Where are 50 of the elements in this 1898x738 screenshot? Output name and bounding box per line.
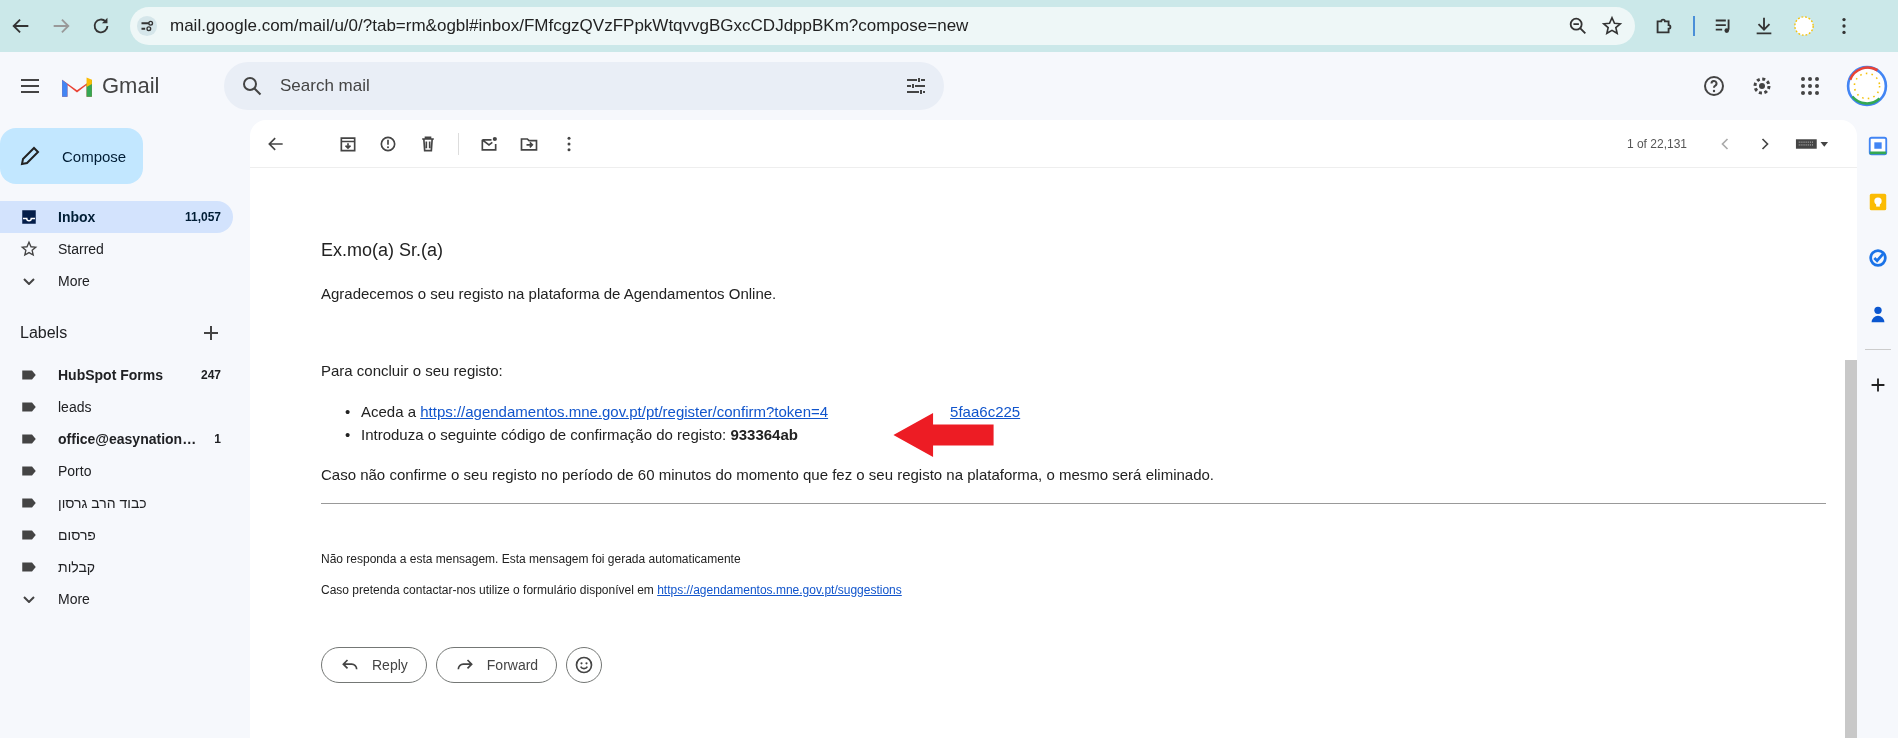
chevron-down-icon: [23, 595, 35, 603]
label-item[interactable]: Porto: [0, 455, 233, 487]
zoom-icon[interactable]: [1567, 15, 1589, 37]
checkmark-circle-icon[interactable]: [1866, 247, 1889, 269]
search-input[interactable]: Search mail: [278, 75, 890, 97]
smiley-icon: [574, 655, 595, 675]
search-icon[interactable]: [240, 74, 264, 98]
label-item[interactable]: קבלות: [0, 551, 233, 583]
bullet: •: [345, 402, 352, 422]
suggestions-link[interactable]: https://agendamentos.mne.gov.pt/suggestions: [657, 583, 902, 597]
compose-button[interactable]: Compose: [0, 128, 143, 184]
label-item[interactable]: HubSpot Forms 247: [0, 359, 233, 391]
folder-item[interactable]: More: [0, 265, 233, 297]
body-paragraph: Caso não confirme o seu registo no período de 60 minutos do momento que fez o seu registo na plataforma, o mesmo será eliminado.: [321, 466, 1215, 483]
label-item[interactable]: כבוד הרב גרסון: [0, 487, 233, 519]
bullet: •: [345, 425, 352, 445]
confirmation-link[interactable]: https://agendamentos.mne.gov.pt/pt/register/confirm?token=4: [420, 403, 829, 420]
greeting-text: Ex.mo(a) Sr.(a): [321, 240, 445, 261]
labels-heading: Labels: [20, 324, 68, 342]
forward-button[interactable]: Forward: [435, 647, 558, 683]
app-name: Gmail: [102, 73, 161, 99]
search-field[interactable]: Search mail: [224, 62, 944, 110]
address-bar[interactable]: mail.google.com/mail/u/0/?tab=rm&ogbl#inbox/FMfcgzQVzFPpkWtqvvgBGxcCDJdppBKm?compose=new: [130, 7, 1635, 45]
footer-note: Não responda a esta mensagem. Esta mensagem foi gerada automaticamente: [321, 552, 742, 566]
folder-item[interactable]: Inbox 11,057: [0, 201, 233, 233]
body-paragraph: Agradecemos o seu registo na plataforma de Agendamentos Online.: [321, 285, 778, 302]
apps-grid-icon[interactable]: [1798, 74, 1822, 98]
message-counter: 1 of 22,131: [1626, 136, 1687, 151]
label-item[interactable]: office@easynation… 1: [0, 423, 233, 455]
scrollbar-thumb[interactable]: [1845, 360, 1857, 738]
bookmark-star-icon[interactable]: [1601, 15, 1623, 37]
pencil-icon: [18, 144, 42, 168]
footer-note: Caso pretenda contactar-nos utilize o formulário disponível em https://agendamentos.mne.gov.pt/suggestions: [321, 583, 903, 597]
label-item[interactable]: leads: [0, 391, 233, 423]
inbox-icon: [20, 208, 38, 226]
emoji-button[interactable]: [566, 647, 603, 683]
reply-button[interactable]: Reply: [321, 647, 427, 683]
account-avatar-icon[interactable]: [1846, 65, 1888, 107]
label-item[interactable]: פרסום: [0, 519, 233, 551]
site-settings-icon[interactable]: [136, 15, 158, 37]
body-paragraph: Para concluir o seu registo:: [321, 362, 504, 379]
folder-item[interactable]: Starred: [0, 233, 233, 265]
help-icon[interactable]: [1702, 74, 1726, 98]
confirmation-link[interactable]: 5faa6c225: [950, 403, 1021, 420]
more-labels-item[interactable]: More: [0, 583, 233, 615]
chevron-down-icon: [23, 277, 35, 285]
list-item-text: Introduza o seguinte código de confirmação do registo: 933364ab: [361, 426, 798, 443]
star-icon: [20, 240, 38, 258]
url-text: mail.google.com/mail/u/0/?tab=rm&ogbl#inbox/FMfcgzQVzFPpkWtqvvgBGxcCDJdppBKm?compose=new: [170, 16, 970, 36]
list-item-text: Aceda a: [361, 403, 417, 420]
